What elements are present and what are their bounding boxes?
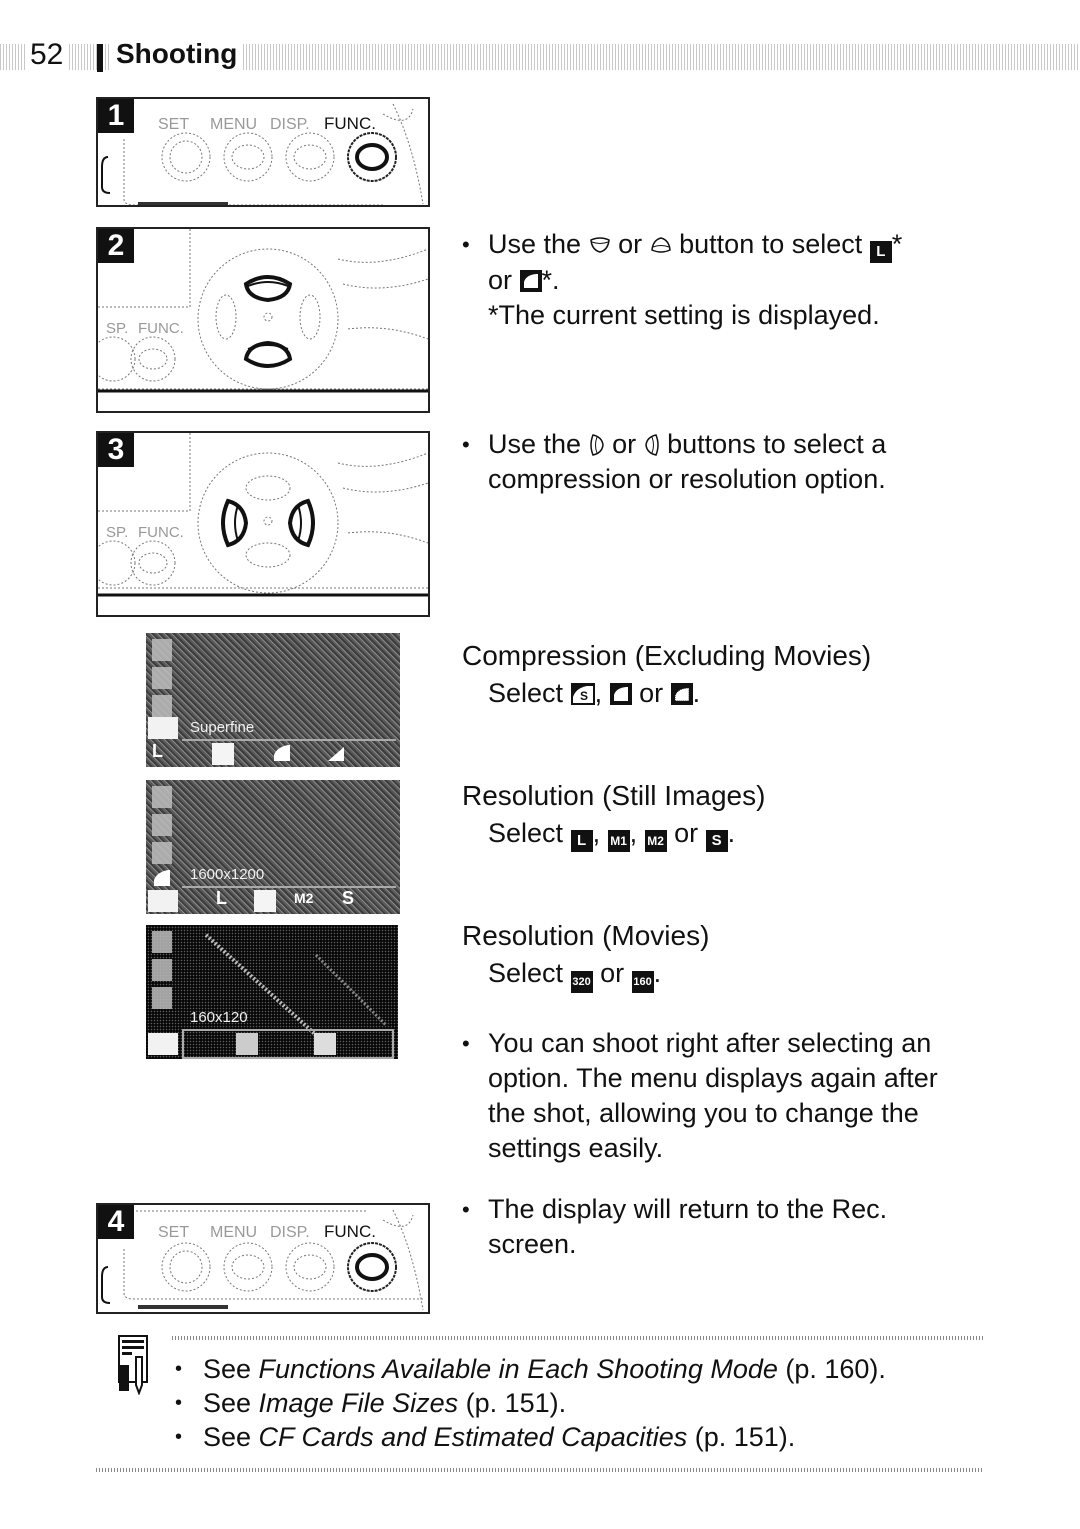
- shoot-after-select-note: You can shoot right after selecting an o…: [462, 1026, 978, 1166]
- option-superfine: [212, 743, 234, 765]
- set-label: SET: [158, 1224, 189, 1241]
- menu-icon: [152, 786, 172, 808]
- resolution-still-select-line: Select L, M1, M2 or S.: [488, 816, 735, 852]
- option-fine-icon: [274, 745, 290, 761]
- setting-label: 160x120: [190, 1009, 248, 1026]
- resolution-large-icon: L: [570, 830, 593, 852]
- step-number: 3: [98, 433, 134, 467]
- memo-pencil-icon: [118, 1335, 148, 1395]
- option-bar: [182, 1029, 394, 1059]
- option-normal-icon: [328, 747, 344, 761]
- menu-label: MENU: [210, 116, 257, 133]
- option-l: L: [216, 888, 227, 908]
- svg-text:S: S: [580, 689, 588, 703]
- menu-icon: [152, 842, 172, 864]
- menu-icon: [152, 987, 172, 1009]
- note-link[interactable]: Image File Sizes: [259, 1388, 459, 1418]
- selected-menu-icon: [148, 1033, 178, 1055]
- control-dial-illustration: SP. FUNC.: [98, 229, 428, 393]
- sp-label: SP.: [106, 320, 128, 337]
- setting-label: 1600x1200: [190, 866, 265, 883]
- resolution-medium1-icon: M1: [607, 830, 630, 852]
- resolution-still-menu-screen: 1600x1200 L M2 S: [146, 780, 400, 914]
- resolution-medium2-icon: M2: [644, 830, 667, 852]
- up-button-icon: [650, 237, 671, 253]
- func-label: FUNC.: [324, 1222, 376, 1241]
- resolution-movies-heading: Resolution (Movies): [462, 920, 710, 951]
- left-button-icon: [589, 434, 604, 456]
- step-3-illustration: SP. FUNC. 3: [96, 431, 430, 617]
- menu-icon: [152, 814, 172, 836]
- step-number: 4: [98, 1205, 134, 1239]
- menu-icon: [152, 639, 172, 661]
- menu-label: MENU: [210, 1224, 257, 1241]
- sp-label: SP.: [106, 524, 128, 541]
- selected-menu-icon: [148, 890, 178, 912]
- compression-superfine-icon: S: [570, 683, 595, 705]
- disp-label: DISP.: [270, 1224, 310, 1241]
- option-320: [236, 1033, 258, 1055]
- menu-icon: [152, 667, 172, 689]
- resolution-large-icon: L: [869, 241, 892, 263]
- movie-320-icon: 320: [570, 971, 593, 993]
- resolution-small-icon: S: [705, 830, 728, 852]
- step-3-instruction: Use the or buttons to select a compressi…: [462, 427, 968, 497]
- camera-buttons-illustration: SET MENU DISP. FUNC.: [101, 103, 424, 205]
- option-160: [314, 1033, 336, 1055]
- note-link[interactable]: CF Cards and Estimated Capacities: [259, 1422, 688, 1452]
- step-number: 1: [98, 99, 134, 133]
- menu-icon: [152, 931, 172, 953]
- compression-fine-icon: [519, 270, 542, 292]
- note-item: See Functions Available in Each Shooting…: [175, 1352, 886, 1386]
- step-2-illustration: SP. FUNC. 2: [96, 227, 430, 413]
- set-label: SET: [158, 116, 189, 133]
- disp-label: DISP.: [270, 116, 310, 133]
- step-1-illustration: SET MENU DISP. FUNC. 1: [96, 97, 430, 207]
- func-label: FUNC.: [324, 114, 376, 133]
- option-m2: M2: [294, 890, 314, 906]
- resolution-still-heading: Resolution (Still Images): [462, 780, 766, 811]
- camera-buttons-illustration: SET MENU DISP. FUNC.: [101, 1209, 424, 1311]
- notes-list: See Functions Available in Each Shooting…: [175, 1352, 886, 1454]
- menu-icon: [152, 959, 172, 981]
- step-4-instruction: The display will return to the Rec. scre…: [462, 1192, 978, 1262]
- notes-bottom-rule: [96, 1468, 984, 1472]
- note-item: See Image File Sizes (p. 151).: [175, 1386, 886, 1420]
- resolution-movies-select-line: Select 320 or 160.: [488, 956, 661, 993]
- compression-fine-icon: [609, 683, 632, 705]
- note-link[interactable]: Functions Available in Each Shooting Mod…: [259, 1354, 778, 1384]
- control-dial-illustration: SP. FUNC.: [98, 433, 428, 597]
- notes-top-rule: [172, 1336, 984, 1340]
- menu-icon: [152, 695, 172, 717]
- option-m1: [254, 890, 276, 912]
- section-title: Shooting: [110, 38, 244, 70]
- right-button-icon: [644, 434, 659, 456]
- compression-menu-screen: Superfine L: [146, 633, 400, 767]
- selected-menu-icon: [148, 717, 178, 739]
- down-button-icon: [589, 237, 610, 253]
- func-label: FUNC.: [138, 320, 184, 337]
- note-item: See CF Cards and Estimated Capacities (p…: [175, 1420, 886, 1454]
- header-divider: [97, 44, 103, 72]
- option-s: S: [342, 888, 355, 908]
- compression-normal-icon: [670, 683, 693, 705]
- option-bar: [182, 886, 396, 914]
- compression-select-line: Select S, or .: [488, 678, 701, 708]
- page-number: 52: [26, 38, 68, 72]
- compression-heading: Compression (Excluding Movies): [462, 640, 872, 671]
- option-l: L: [152, 741, 163, 761]
- step-4-illustration: SET MENU DISP. FUNC. 4: [96, 1203, 430, 1314]
- movie-160-icon: 160: [631, 971, 654, 993]
- step-number: 2: [98, 229, 134, 263]
- func-label: FUNC.: [138, 524, 184, 541]
- compression-icon: [154, 870, 170, 886]
- setting-label: Superfine: [190, 719, 255, 736]
- resolution-movie-menu-screen: 160x120: [146, 925, 398, 1059]
- step-2-instruction: Use the or button to select L* or *. *Th…: [462, 227, 968, 333]
